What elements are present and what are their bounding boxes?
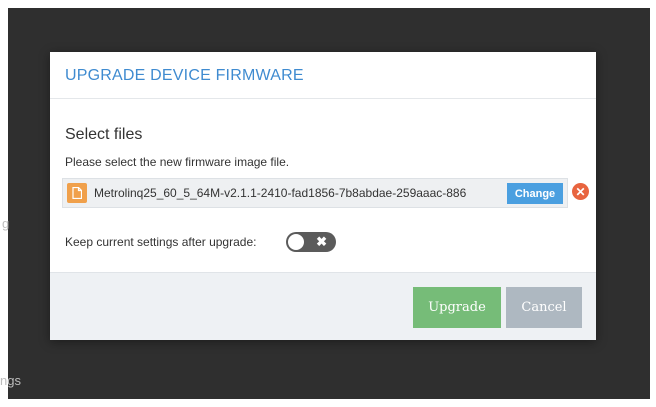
- dialog-title: UPGRADE DEVICE FIRMWARE: [65, 67, 304, 84]
- dialog-body: Select files Please select the new firmw…: [50, 99, 596, 273]
- toggle-knob: [288, 234, 304, 250]
- page-edge-top: [0, 0, 656, 8]
- background-text-fragment: g: [2, 216, 10, 231]
- keep-settings-toggle[interactable]: ✖: [286, 232, 336, 252]
- cancel-button[interactable]: Cancel: [506, 287, 582, 328]
- section-title: Select files: [65, 126, 143, 143]
- upgrade-button[interactable]: Upgrade: [413, 287, 501, 328]
- file-name: Metrolinq25_60_5_64M-v2.1.1-2410-fad1856…: [94, 186, 467, 200]
- instruction-text: Please select the new firmware image fil…: [65, 155, 290, 169]
- toggle-off-icon: ✖: [316, 234, 327, 249]
- selected-file-row: Metrolinq25_60_5_64M-v2.1.1-2410-fad1856…: [62, 178, 568, 208]
- page-edge-left: [0, 0, 8, 407]
- dialog-header: UPGRADE DEVICE FIRMWARE: [50, 52, 596, 99]
- upgrade-firmware-dialog: UPGRADE DEVICE FIRMWARE Select files Ple…: [50, 52, 596, 340]
- dialog-footer: Upgrade Cancel: [50, 272, 596, 340]
- file-icon: [67, 183, 87, 203]
- page-edge-bottom: [0, 399, 656, 407]
- background-text-fragment: ngs: [0, 373, 21, 388]
- page-edge-right: [650, 0, 656, 407]
- close-circle-icon[interactable]: ✕: [572, 183, 589, 200]
- keep-settings-label: Keep current settings after upgrade:: [65, 235, 257, 249]
- change-file-button[interactable]: Change: [507, 183, 563, 204]
